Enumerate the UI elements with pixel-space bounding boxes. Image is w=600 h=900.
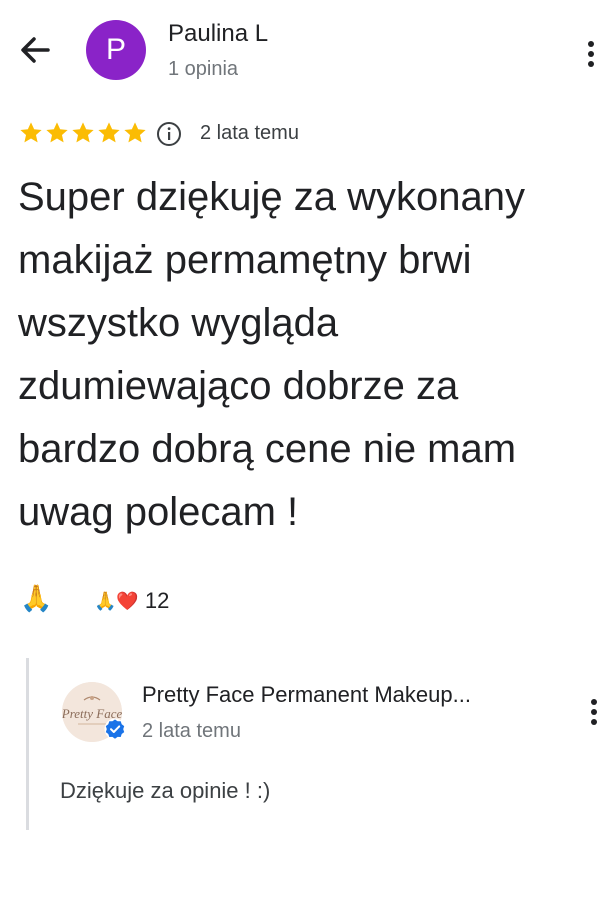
owner-reply-text: Dziękuje za opinie ! :)	[60, 778, 271, 803]
star-rating	[18, 120, 148, 146]
pray-reaction-button[interactable]: 🙏	[20, 583, 52, 614]
star-icon	[20, 122, 42, 143]
pray-emoji: 🙏	[20, 583, 53, 613]
more-vert-icon	[588, 41, 594, 67]
avatar-letter: P	[105, 33, 126, 66]
star-icon	[46, 122, 68, 143]
star-icon	[72, 122, 94, 143]
verified-badge	[104, 718, 126, 740]
owner-reply-date: 2 lata temu	[142, 720, 241, 742]
reply-divider	[26, 658, 29, 830]
info-icon	[157, 122, 181, 146]
review-date: 2 lata temu	[200, 122, 299, 144]
star-icon	[124, 122, 146, 143]
owner-name[interactable]: Pretty Face Permanent Makeup...	[142, 682, 471, 708]
back-button[interactable]	[14, 28, 58, 72]
info-button[interactable]	[156, 121, 182, 147]
more-vert-icon	[591, 699, 597, 725]
reviewer-avatar[interactable]: P	[86, 20, 146, 80]
reply-more-options-button[interactable]	[584, 694, 600, 730]
reviewer-name[interactable]: Paulina L	[168, 20, 268, 48]
star-icon	[98, 122, 120, 143]
verified-icon	[104, 718, 126, 740]
reaction-summary[interactable]: 🙏❤️ 12	[94, 588, 169, 614]
review-count: 1 opinia	[168, 58, 239, 80]
more-options-button[interactable]	[578, 32, 600, 76]
reaction-count: 12	[144, 588, 170, 613]
reaction-emojis: 🙏❤️	[94, 590, 139, 611]
back-arrow-icon	[21, 37, 50, 63]
review-text: Super dziękuję za wykonany makijaż perma…	[18, 175, 525, 534]
